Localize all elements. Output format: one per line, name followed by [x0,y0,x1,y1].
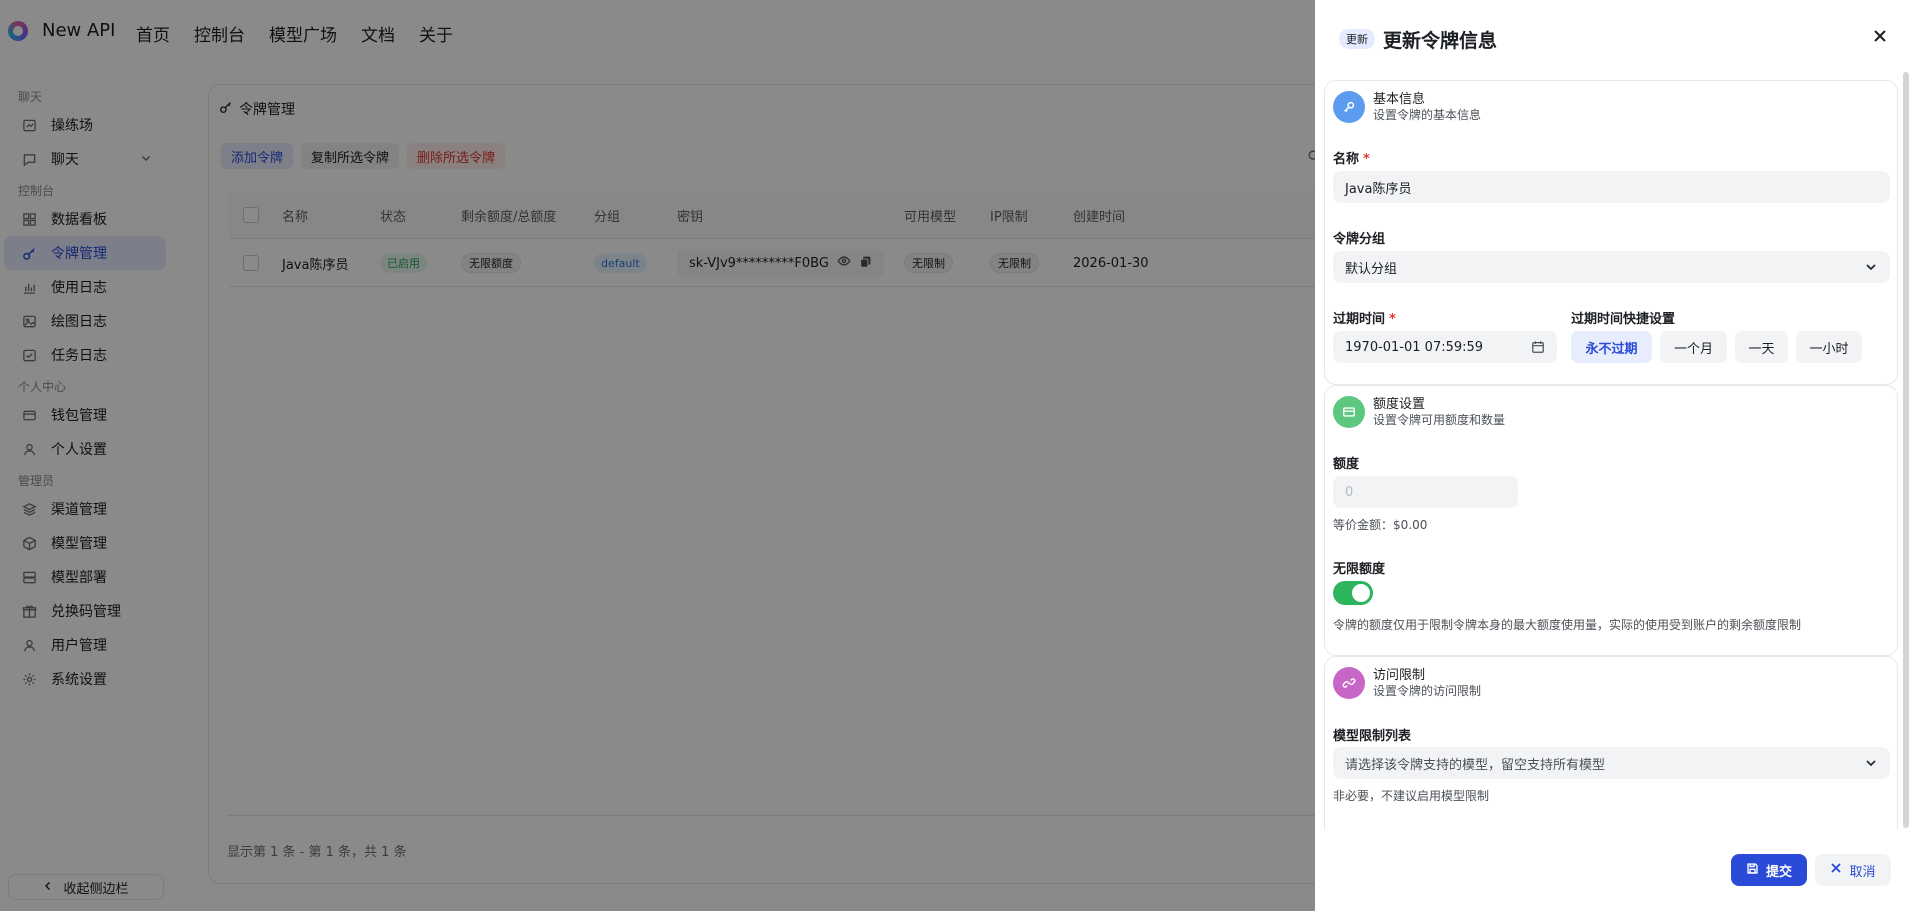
quota-note: 令牌的额度仅用于限制令牌本身的最大额度使用量，实际的使用受到账户的剩余额度限制 [1333,618,1802,632]
model-limits-hint: 非必要，不建议启用模型限制 [1333,789,1490,803]
quick-expire-label: 过期时间快捷设置 [1571,312,1676,327]
calendar-icon[interactable] [1531,340,1545,358]
section-title: 基本信息 [1373,92,1426,107]
chevron-down-icon [1864,260,1878,278]
quota-input[interactable]: 0 [1333,476,1518,508]
section-header: 访问限制 设置令牌的访问限制 [1333,667,1481,699]
section-subtitle: 设置令牌的访问限制 [1373,684,1482,698]
section-header: 额度设置 设置令牌可用额度和数量 [1333,396,1505,428]
equivalent-amount: 等价金额：$0.00 [1333,518,1428,532]
quota-section: 额度设置 设置令牌可用额度和数量 额度 0 等价金额：$0.00 无限额度 令牌… [1324,385,1898,656]
modal-overlay[interactable] [0,0,1315,911]
one-hour-button[interactable]: 一小时 [1796,331,1862,363]
group-label: 令牌分组 [1333,232,1386,247]
name-input[interactable]: Java陈序员 [1333,171,1890,203]
never-expire-button[interactable]: 永不过期 [1571,331,1652,363]
link-icon [1333,667,1365,699]
one-month-button[interactable]: 一个月 [1660,331,1727,363]
section-title: 访问限制 [1373,668,1426,683]
sheet-title: 更新令牌信息 [1383,29,1498,52]
key-icon [1333,91,1365,123]
update-badge: 更新 [1339,29,1375,49]
basic-info-section: 基本信息 设置令牌的基本信息 名称 * Java陈序员 令牌分组 默认分组 过期时… [1324,80,1898,385]
one-day-button[interactable]: 一天 [1735,331,1788,363]
cancel-button[interactable]: 取消 [1815,854,1891,886]
expire-input[interactable]: 1970-01-01 07:59:59 [1333,331,1557,363]
close-icon[interactable] [1870,26,1890,46]
expire-label: 过期时间 * [1333,312,1396,327]
chevron-down-icon [1864,756,1878,774]
unlimited-quota-label: 无限额度 [1333,562,1386,577]
sheet-header: 更新 更新令牌信息 [1339,24,1497,54]
section-title: 额度设置 [1373,397,1426,412]
submit-button[interactable]: 提交 [1731,854,1807,886]
cancel-label: 取消 [1849,864,1876,880]
scrollbar[interactable] [1903,72,1909,828]
access-section: 访问限制 设置令牌的访问限制 模型限制列表 请选择该令牌支持的模型，留空支持所有… [1324,656,1898,856]
section-subtitle: 设置令牌的基本信息 [1373,108,1482,122]
save-icon [1746,862,1759,879]
model-limits-label: 模型限制列表 [1333,729,1412,744]
edit-token-sheet: 更新 更新令牌信息 基本信息 设置令牌的基本信息 名称 * Java陈序员 令牌分… [1315,0,1914,911]
model-limits-select[interactable]: 请选择该令牌支持的模型，留空支持所有模型 [1333,747,1890,779]
section-subtitle: 设置令牌可用额度和数量 [1373,413,1506,427]
group-select[interactable]: 默认分组 [1333,251,1890,283]
quota-label: 额度 [1333,457,1360,472]
section-header: 基本信息 设置令牌的基本信息 [1333,91,1481,123]
name-label: 名称 * [1333,152,1370,167]
submit-label: 提交 [1765,864,1792,880]
close-icon [1830,862,1842,878]
credit-card-icon [1333,396,1365,428]
unlimited-quota-toggle[interactable] [1333,581,1373,605]
